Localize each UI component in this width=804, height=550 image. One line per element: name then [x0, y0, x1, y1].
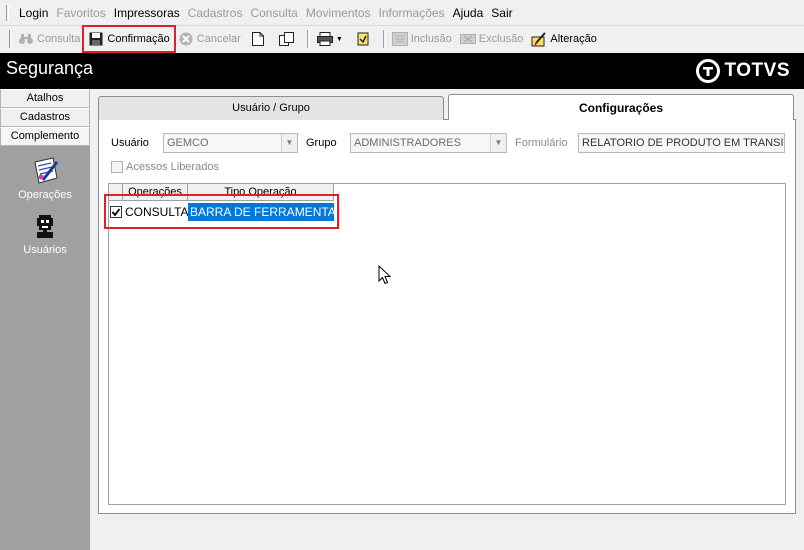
exclusao-button[interactable]: Exclusão: [457, 28, 527, 50]
menu-sair[interactable]: Sair: [487, 5, 516, 21]
operations-grid: Operações Tipo Operação CONSULTA BARRA D…: [104, 183, 786, 505]
print-button[interactable]: ▼: [313, 28, 349, 50]
operations-icon: [28, 156, 62, 186]
totvs-emblem-icon: [695, 59, 720, 83]
inclusao-button[interactable]: Inclusão: [389, 28, 455, 50]
toolbar-separator: [306, 30, 310, 48]
nav-item-operacoes[interactable]: Operações: [0, 156, 90, 201]
inclusao-label: Inclusão: [410, 33, 452, 45]
chevron-down-icon[interactable]: ▼: [281, 134, 297, 152]
cancelar-label: Cancelar: [196, 33, 241, 45]
window-right-edge: [797, 89, 804, 550]
nav-section-cadastros[interactable]: Cadastros: [0, 108, 90, 127]
highlight-box: [104, 194, 339, 229]
new-document-button[interactable]: [246, 28, 273, 50]
formulario-label: Formulário: [515, 137, 568, 149]
confirmacao-label: Confirmação: [107, 33, 170, 45]
toolbar-separator-2: [382, 30, 386, 48]
grupo-field[interactable]: ADMINISTRADORES ▼: [350, 133, 507, 153]
usuario-field[interactable]: GEMCO ▼: [163, 133, 298, 153]
chevron-down-icon[interactable]: ▼: [490, 134, 506, 152]
menu-informacoes[interactable]: Informações: [375, 5, 449, 21]
nav-item-usuarios[interactable]: Usuários: [0, 211, 90, 256]
export-button[interactable]: [351, 28, 378, 50]
delete-icon: [459, 31, 476, 47]
page-title: Segurança: [6, 58, 94, 78]
menu-login[interactable]: Login: [15, 5, 52, 21]
menu-impressoras[interactable]: Impressoras: [110, 5, 184, 21]
formulario-value: RELATORIO DE PRODUTO EM TRANSITO: [582, 137, 785, 149]
copy-button[interactable]: [275, 28, 302, 50]
nav-section-atalhos[interactable]: Atalhos: [0, 89, 90, 108]
menu-bar: Login Favoritos Impressoras Cadastros Co…: [0, 0, 804, 26]
formulario-field[interactable]: RELATORIO DE PRODUTO EM TRANSITO: [578, 133, 785, 153]
floppy-disk-icon: [88, 31, 104, 47]
tab-usuario-grupo[interactable]: Usuário / Grupo: [98, 96, 444, 120]
menu-movimentos[interactable]: Movimentos: [302, 5, 375, 21]
tab-configuracoes[interactable]: Configurações: [448, 94, 794, 120]
printer-icon: [316, 31, 333, 47]
nav-section-complemento[interactable]: Complemento: [0, 127, 90, 146]
toolbar: Consulta Confirmação Cancelar ▼ Inclusão…: [0, 25, 804, 53]
tab-body-configuracoes: Usuário GEMCO ▼ Grupo ADMINISTRADORES ▼ …: [98, 119, 796, 514]
users-icon: [28, 211, 62, 241]
totvs-logo: TOTVS: [695, 59, 791, 83]
cancelar-button[interactable]: Cancelar: [175, 28, 244, 50]
alteracao-button[interactable]: Alteração: [528, 28, 599, 50]
copy-icon: [278, 31, 295, 47]
nav-item-operacoes-label: Operações: [18, 189, 72, 201]
logo-text: TOTVS: [724, 60, 790, 81]
consulta-label: Consulta: [37, 33, 81, 45]
edit-icon: [531, 31, 547, 47]
usuario-value: GEMCO: [167, 137, 209, 149]
acessos-liberados-checkbox[interactable]: [111, 161, 123, 173]
export-icon: [355, 31, 371, 47]
toolbar-grip: [9, 30, 12, 48]
menu-cadastros[interactable]: Cadastros: [184, 5, 247, 21]
mouse-cursor-icon: [378, 265, 391, 285]
usuario-label: Usuário: [111, 137, 149, 149]
consulta-button[interactable]: Consulta: [15, 28, 83, 50]
confirmacao-button[interactable]: Confirmação: [82, 25, 176, 53]
nav-item-usuarios-label: Usuários: [23, 244, 67, 256]
insert-icon: [391, 31, 408, 47]
main-panel: Usuário GEMCO ▼ Grupo ADMINISTRADORES ▼ …: [98, 94, 796, 514]
new-document-icon: [250, 31, 266, 47]
grupo-value: ADMINISTRADORES: [354, 137, 461, 149]
cancel-icon: [178, 31, 194, 47]
alteracao-label: Alteração: [550, 33, 597, 45]
exclusao-label: Exclusão: [478, 33, 524, 45]
title-banner: Segurança TOTVS: [0, 53, 804, 89]
menu-favoritos[interactable]: Favoritos: [52, 5, 109, 21]
left-navigation: Atalhos Cadastros Complemento Operações …: [0, 89, 90, 550]
menu-grip: [6, 4, 9, 21]
menu-consulta[interactable]: Consulta: [246, 5, 301, 21]
grupo-label: Grupo: [306, 137, 337, 149]
menu-ajuda[interactable]: Ajuda: [449, 5, 488, 21]
binoculars-icon: [18, 31, 34, 47]
acessos-liberados-label: Acessos Liberados: [126, 161, 219, 173]
chevron-down-icon: ▼: [335, 35, 343, 43]
